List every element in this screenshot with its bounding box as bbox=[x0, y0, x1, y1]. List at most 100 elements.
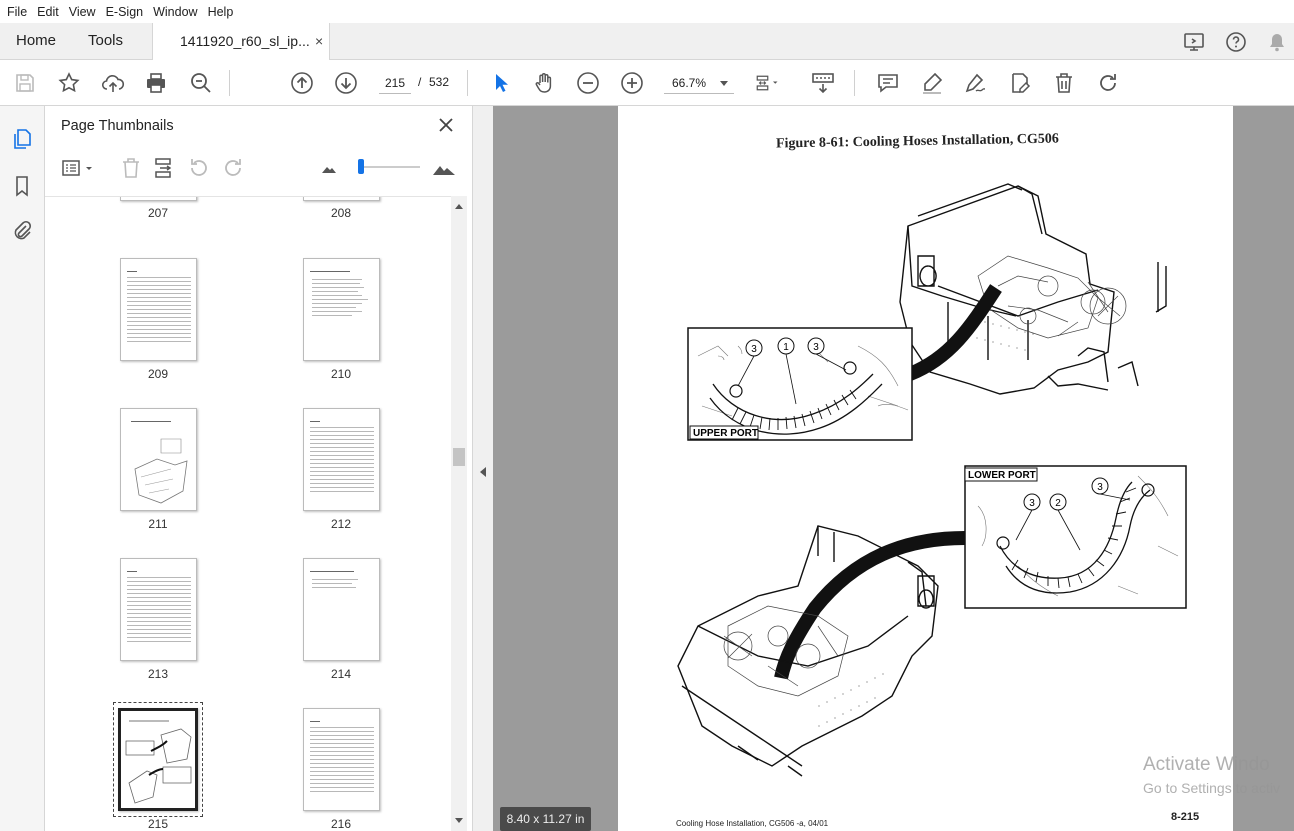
zoom-level-dropdown[interactable]: 66.7% bbox=[664, 72, 734, 94]
tab-document-label: 1411920_r60_sl_ip... bbox=[180, 33, 310, 49]
lower-port-label: LOWER PORT bbox=[968, 470, 1036, 481]
share-screen-icon[interactable] bbox=[1183, 31, 1205, 53]
thumbnail-208[interactable]: 208 bbox=[276, 197, 406, 224]
zoom-out-icon[interactable] bbox=[576, 71, 600, 95]
document-page: Figure 8-61: Cooling Hoses Installation,… bbox=[618, 106, 1233, 831]
thumbnail-size-slider-track[interactable] bbox=[358, 166, 420, 168]
thumbnail-page-image bbox=[303, 708, 380, 811]
rotate-clockwise-icon[interactable] bbox=[221, 156, 245, 180]
zoom-in-icon[interactable] bbox=[620, 71, 644, 95]
menu-edit[interactable]: Edit bbox=[32, 5, 64, 19]
notifications-bell-icon[interactable] bbox=[1266, 31, 1288, 53]
print-icon[interactable] bbox=[144, 71, 168, 95]
lower-callout-label: 3 bbox=[1029, 498, 1035, 509]
menu-esign[interactable]: E-Sign bbox=[101, 5, 149, 19]
document-page-number: 8-215 bbox=[1171, 811, 1200, 823]
thumbnail-page-image bbox=[303, 558, 380, 661]
page-total: 532 bbox=[429, 75, 450, 89]
comment-icon[interactable] bbox=[876, 71, 900, 95]
redo-rotate-icon[interactable] bbox=[1096, 71, 1120, 95]
thumbnail-page-image bbox=[303, 258, 380, 361]
delete-trash-icon[interactable] bbox=[1052, 71, 1076, 95]
thumbnail-label: 211 bbox=[148, 517, 168, 531]
menu-file[interactable]: File bbox=[2, 5, 32, 19]
thumbnail-207[interactable]: 207 bbox=[93, 197, 223, 224]
menu-bar: File Edit View E-Sign Window Help bbox=[0, 0, 1294, 23]
highlight-pen-icon[interactable] bbox=[920, 71, 944, 95]
toolbar-separator bbox=[854, 70, 855, 96]
left-navigation-rail bbox=[0, 106, 45, 831]
thumbnail-211[interactable]: 211 bbox=[93, 408, 223, 533]
tab-close-button[interactable]: × bbox=[315, 33, 323, 49]
help-icon[interactable] bbox=[1225, 31, 1247, 53]
tab-document[interactable]: 1411920_r60_sl_ip... × bbox=[152, 23, 330, 61]
thumbnail-label: 209 bbox=[147, 367, 169, 381]
next-page-icon[interactable] bbox=[334, 71, 358, 95]
scroll-mode-icon[interactable] bbox=[811, 71, 835, 95]
thumbnail-216[interactable]: 216 bbox=[276, 708, 406, 831]
thumbnail-size-slider-thumb[interactable] bbox=[358, 159, 364, 174]
collapse-left-arrow-icon[interactable] bbox=[480, 467, 486, 477]
page-size-badge: 8.40 x 11.27 in bbox=[500, 807, 591, 831]
select-cursor-icon[interactable] bbox=[489, 71, 513, 95]
thumbnail-210[interactable]: 210 bbox=[276, 258, 406, 383]
thumbnail-209[interactable]: 209 bbox=[93, 258, 223, 383]
page-fit-icon[interactable] bbox=[755, 71, 779, 95]
thumbnail-page-image bbox=[120, 408, 197, 511]
close-panel-icon[interactable] bbox=[437, 116, 455, 134]
zoom-level-value: 66.7% bbox=[672, 76, 707, 90]
activate-windows-watermark-subtext: Go to Settings to activ bbox=[1143, 780, 1280, 796]
bookmarks-icon[interactable] bbox=[11, 175, 33, 197]
thumbnail-213[interactable]: 213 bbox=[93, 558, 223, 683]
tab-home[interactable]: Home bbox=[16, 32, 56, 49]
thumbnail-page-image bbox=[118, 708, 198, 811]
scrollbar-thumb[interactable] bbox=[453, 448, 465, 466]
previous-page-icon[interactable] bbox=[290, 71, 314, 95]
thumbnail-label: 207 bbox=[147, 206, 169, 220]
thumbnail-options-menu-icon[interactable] bbox=[61, 156, 95, 180]
tab-tools[interactable]: Tools bbox=[88, 32, 123, 49]
thumbnail-label: 210 bbox=[330, 367, 352, 381]
scroll-down-arrow-icon[interactable] bbox=[455, 818, 463, 823]
menu-help[interactable]: Help bbox=[203, 5, 239, 19]
page-thumbnails-icon[interactable] bbox=[11, 128, 33, 150]
large-thumbnail-mountain-icon[interactable] bbox=[432, 156, 456, 180]
thumbnail-215-selected[interactable]: 215 bbox=[93, 702, 223, 831]
upper-hose-connector-band bbox=[907, 284, 1002, 381]
save-icon[interactable] bbox=[13, 71, 37, 95]
menu-view[interactable]: View bbox=[64, 5, 101, 19]
thumbnail-label: 215 bbox=[147, 817, 169, 831]
edit-pdf-icon[interactable] bbox=[1008, 71, 1032, 95]
thumbnail-214[interactable]: 214 bbox=[276, 558, 406, 683]
thumbnail-page-image bbox=[120, 197, 197, 201]
lower-hose-connector-band bbox=[774, 531, 966, 680]
document-viewer[interactable]: Figure 8-61: Cooling Hoses Installation,… bbox=[493, 106, 1294, 831]
panel-collapse-strip[interactable] bbox=[473, 106, 493, 831]
chevron-down-icon bbox=[720, 81, 728, 86]
thumbnail-212[interactable]: 212 bbox=[276, 408, 406, 533]
menu-window[interactable]: Window bbox=[148, 5, 202, 19]
attachments-paperclip-icon[interactable] bbox=[11, 220, 33, 242]
upper-port-inset-box bbox=[687, 327, 913, 441]
page-thumbnails-panel: Page Thumbnails 207 208 209 210 211 212 … bbox=[45, 106, 473, 831]
zoom-search-icon[interactable] bbox=[189, 71, 213, 95]
page-number-input[interactable]: 215 bbox=[379, 72, 411, 94]
scroll-up-arrow-icon[interactable] bbox=[455, 204, 463, 209]
thumbnail-page-image bbox=[120, 258, 197, 361]
small-thumbnail-mountain-icon[interactable] bbox=[321, 156, 337, 180]
upper-callout-label: 3 bbox=[751, 344, 757, 355]
lower-perforation-pattern-drawing bbox=[818, 673, 884, 727]
thumbnail-tools bbox=[45, 150, 473, 186]
thumbnail-label: 208 bbox=[330, 206, 352, 220]
draw-sign-icon[interactable] bbox=[963, 71, 987, 95]
thumbnail-drawing bbox=[134, 438, 188, 504]
delete-page-icon[interactable] bbox=[119, 156, 143, 180]
thumbnail-grid: 207 208 209 210 211 212 213 214 215 216 bbox=[45, 196, 451, 831]
thumbnail-scrollbar[interactable] bbox=[451, 196, 467, 831]
insert-page-icon[interactable] bbox=[152, 156, 176, 180]
hand-pan-icon[interactable] bbox=[532, 71, 556, 95]
bookmark-star-icon[interactable] bbox=[57, 71, 81, 95]
page-separator: / bbox=[418, 75, 422, 89]
upload-cloud-icon[interactable] bbox=[101, 71, 125, 95]
rotate-counterclockwise-icon[interactable] bbox=[187, 156, 211, 180]
